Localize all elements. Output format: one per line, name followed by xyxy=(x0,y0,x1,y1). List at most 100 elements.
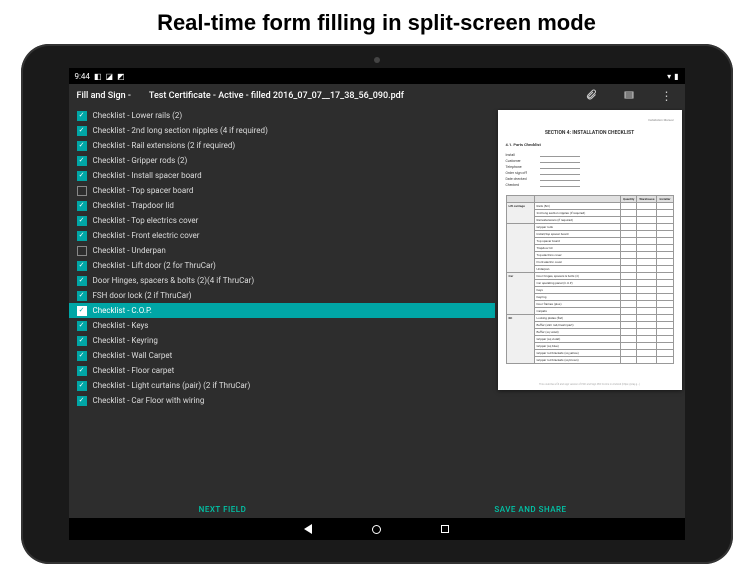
checkbox-icon[interactable] xyxy=(77,276,87,286)
checklist-item[interactable]: Checklist - Keys xyxy=(69,318,495,333)
checkbox-icon[interactable] xyxy=(77,396,87,406)
checklist-item[interactable]: Checklist - Rail extensions (2 if requir… xyxy=(69,138,495,153)
checkbox-icon[interactable] xyxy=(77,126,87,136)
more-icon[interactable]: ⋮ xyxy=(657,89,677,103)
save-share-button[interactable]: SAVE AND SHARE xyxy=(377,500,685,518)
attach-icon[interactable] xyxy=(581,89,601,104)
checklist-item[interactable]: Checklist - Top spacer board xyxy=(69,183,495,198)
checkbox-icon[interactable] xyxy=(77,231,87,241)
android-nav-bar xyxy=(69,518,685,540)
checklist-item[interactable]: Checklist - Trapdoor lid xyxy=(69,198,495,213)
screen: 9:44 ◧ ◪ ◩ ▾ ▮ Fill and Sign - Test Cert… xyxy=(69,68,685,540)
status-bar: 9:44 ◧ ◪ ◩ ▾ ▮ xyxy=(69,68,685,84)
checklist-label: Checklist - Front electric cover xyxy=(93,231,200,240)
pdf-table-row: Gripper rods xyxy=(506,224,673,231)
status-icon-app1: ◧ xyxy=(94,72,102,81)
checklist-item[interactable]: Checklist - Floor carpet xyxy=(69,363,495,378)
checklist-label: Checklist - Car Floor with wiring xyxy=(93,396,205,405)
pdf-field: Order sign off xyxy=(506,171,674,175)
checklist-label: Checklist - 2nd long section nipples (4 … xyxy=(93,126,268,135)
checklist-item[interactable]: Checklist - Underpan xyxy=(69,243,495,258)
next-field-button[interactable]: NEXT FIELD xyxy=(69,500,377,518)
checkbox-icon[interactable] xyxy=(77,111,87,121)
checklist-item[interactable]: Checklist - Wall Carpet xyxy=(69,348,495,363)
checklist-label: Checklist - Light curtains (pair) (2 if … xyxy=(93,381,251,390)
pdf-footer-note: This could be a fill and sign version of… xyxy=(506,383,674,386)
page-caption: Real-time form filling in split-screen m… xyxy=(157,10,596,36)
checkbox-icon[interactable] xyxy=(77,186,87,196)
checklist-item[interactable]: Checklist - Lift door (2 for ThruCar) xyxy=(69,258,495,273)
pdf-section-title: SECTION 4: INSTALLATION CHECKLIST xyxy=(506,130,674,136)
checkbox-icon[interactable] xyxy=(77,246,87,256)
checkbox-icon[interactable] xyxy=(77,336,87,346)
checklist-item[interactable]: Checklist - Light curtains (pair) (2 if … xyxy=(69,378,495,393)
checklist-item[interactable]: Checklist - Lower rails (2) xyxy=(69,108,495,123)
wifi-icon: ▾ xyxy=(667,72,671,81)
battery-icon: ▮ xyxy=(674,72,678,81)
checkbox-icon[interactable] xyxy=(77,351,87,361)
checklist-item[interactable]: Checklist - 2nd long section nipples (4 … xyxy=(69,123,495,138)
checklist-label: Checklist - Lift door (2 for ThruCar) xyxy=(93,261,216,270)
checklist-label: Checklist - Wall Carpet xyxy=(93,351,173,360)
checklist-label: Checklist - Top spacer board xyxy=(93,186,194,195)
checklist-item[interactable]: FSH door lock (2 if ThruCar) xyxy=(69,288,495,303)
view-mode-icon[interactable] xyxy=(619,89,639,104)
status-icon-lock: ◪ xyxy=(106,72,114,81)
form-panel: Checklist - Lower rails (2) Checklist - 2… xyxy=(69,108,495,500)
tablet-camera xyxy=(374,57,380,63)
pdf-subtitle: 4.1. Parts Checklist xyxy=(506,142,674,147)
checklist-item[interactable]: Checklist - Install spacer board xyxy=(69,168,495,183)
status-time: 9:44 xyxy=(75,72,90,81)
checkbox-icon[interactable] xyxy=(77,216,87,226)
pdf-field: Telephone xyxy=(506,165,674,169)
tablet-frame: 9:44 ◧ ◪ ◩ ▾ ▮ Fill and Sign - Test Cert… xyxy=(21,44,733,564)
nav-back-button[interactable] xyxy=(304,524,312,534)
content-area: Checklist - Lower rails (2) Checklist - 2… xyxy=(69,108,685,500)
checkbox-icon[interactable] xyxy=(77,171,87,181)
checklist-label: Checklist - Keys xyxy=(93,321,149,330)
checkbox-icon[interactable] xyxy=(77,156,87,166)
checklist-item[interactable]: Checklist - Gripper rods (2) xyxy=(69,153,495,168)
app-name: Fill and Sign - xyxy=(77,91,131,101)
pdf-field: Checked xyxy=(506,183,674,187)
pdf-table-row: CarDoor hinges, spacers & bolts (2) xyxy=(506,273,673,280)
pdf-field: Date checked xyxy=(506,177,674,181)
nav-home-button[interactable] xyxy=(372,525,381,534)
checkbox-icon[interactable] xyxy=(77,291,87,301)
pdf-form-fields: InstallCustomerTelephoneOrder sign offDa… xyxy=(506,153,674,187)
pdf-field: Install xyxy=(506,153,674,157)
checklist-label: Checklist - Top electrics cover xyxy=(93,216,199,225)
checklist-label: Checklist - Keyring xyxy=(93,336,158,345)
checklist-label: Checklist - Underpan xyxy=(93,246,166,255)
status-icon-app2: ◩ xyxy=(117,72,125,81)
checkbox-icon[interactable] xyxy=(77,141,87,151)
bottom-action-bar: NEXT FIELD SAVE AND SHARE xyxy=(69,500,685,518)
checkbox-icon[interactable] xyxy=(77,306,87,316)
checklist-label: Checklist - Trapdoor lid xyxy=(93,201,174,210)
checklist-label: Checklist - C.O.P. xyxy=(93,306,152,315)
checklist-item[interactable]: Checklist - Top electrics cover xyxy=(69,213,495,228)
checklist-label: Checklist - Install spacer board xyxy=(93,171,202,180)
checklist-label: Checklist - Lower rails (2) xyxy=(93,111,183,120)
pdf-table: QuantityWarehouseInstallerLift carriageR… xyxy=(506,195,674,364)
checklist-label: Checklist - Rail extensions (2 if requir… xyxy=(93,141,236,150)
checklist-item[interactable]: Checklist - C.O.P. xyxy=(69,303,495,318)
checklist-item[interactable]: Checklist - Keyring xyxy=(69,333,495,348)
pdf-preview-panel[interactable]: Installation Manual SECTION 4: INSTALLAT… xyxy=(495,108,685,500)
checkbox-icon[interactable] xyxy=(77,261,87,271)
checklist-item[interactable]: Checklist - Car Floor with wiring xyxy=(69,393,495,408)
checkbox-icon[interactable] xyxy=(77,366,87,376)
app-bar: Fill and Sign - Test Certificate - Activ… xyxy=(69,84,685,108)
checkbox-icon[interactable] xyxy=(77,321,87,331)
pdf-page: Installation Manual SECTION 4: INSTALLAT… xyxy=(498,110,682,390)
nav-recents-button[interactable] xyxy=(441,525,449,533)
checklist-item[interactable]: Door Hinges, spacers & bolts (2)(4 if Th… xyxy=(69,273,495,288)
checklist[interactable]: Checklist - Lower rails (2) Checklist - 2… xyxy=(69,108,495,500)
checkbox-icon[interactable] xyxy=(77,381,87,391)
checklist-label: FSH door lock (2 if ThruCar) xyxy=(93,291,192,300)
checklist-label: Checklist - Gripper rods (2) xyxy=(93,156,188,165)
checkbox-icon[interactable] xyxy=(77,201,87,211)
pdf-table-row: KitLocking plates (flat) xyxy=(506,315,673,322)
checklist-item[interactable]: Checklist - Front electric cover xyxy=(69,228,495,243)
document-title: Test Certificate - Active - filled 2016_… xyxy=(149,91,404,101)
